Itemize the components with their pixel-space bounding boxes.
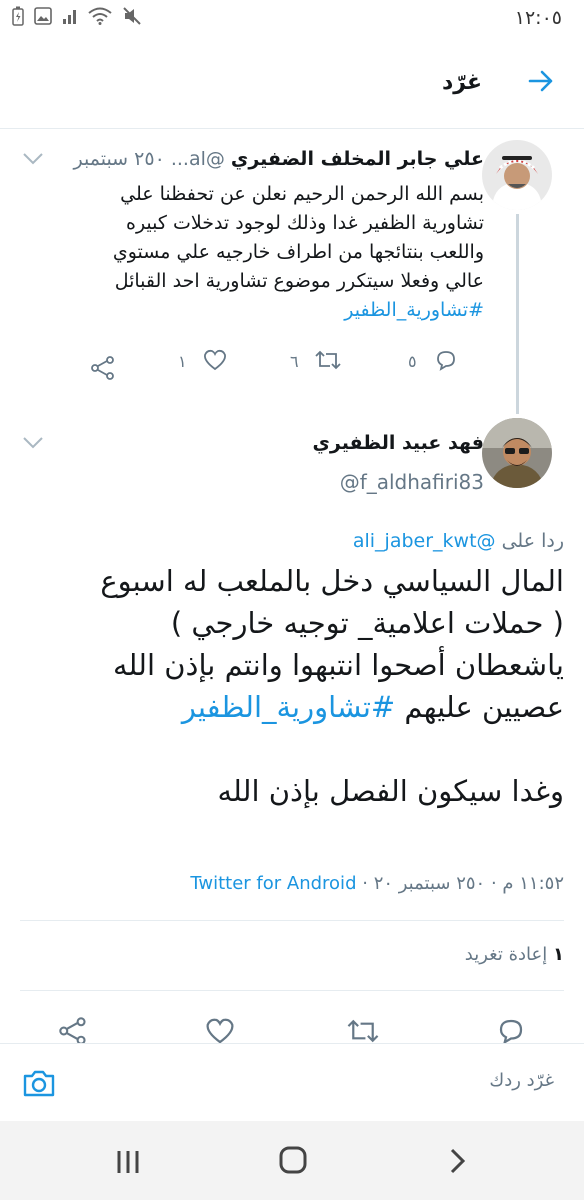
reply-input[interactable]: غرّد ردك xyxy=(489,1070,554,1091)
status-time: ١٢:٠٥ xyxy=(514,7,562,29)
tweet-line: ( حملات اعلامية_ توجيه خارجي ) xyxy=(170,606,564,640)
tweet-date: ٢٥٠ سبتمبر xyxy=(73,148,165,170)
author-handle[interactable]: @al... xyxy=(171,148,225,170)
divider xyxy=(20,920,564,921)
status-bar: ١٢:٠٥ xyxy=(0,0,584,38)
reply-count: ٥ xyxy=(408,352,417,371)
retweet-icon[interactable] xyxy=(346,1016,380,1046)
author-name[interactable]: فهد عبيد الظفيري xyxy=(313,432,484,454)
retweet-count: ٦ xyxy=(290,352,299,371)
back-arrow-icon[interactable] xyxy=(528,68,554,94)
status-icons xyxy=(12,6,142,26)
reply-composer[interactable]: غرّد ردك xyxy=(0,1043,584,1122)
share-icon[interactable] xyxy=(58,1016,88,1046)
tweet-line: عصيين عليهم xyxy=(404,690,564,724)
reply-to-handle[interactable]: @ali_jaber_kwt xyxy=(353,530,496,552)
tweet-line: وغدا سيكون الفصل بإذن الله xyxy=(217,774,565,808)
image-notification-icon xyxy=(34,7,52,25)
recent-apps-icon[interactable] xyxy=(114,1149,142,1175)
tweet-line: عالي وفعلا سيتكرر موضوع تشاورية احد القب… xyxy=(114,270,484,292)
camera-icon[interactable] xyxy=(22,1068,56,1098)
avatar-parent[interactable] xyxy=(482,140,552,210)
reply-icon xyxy=(437,351,455,371)
main-tweet-text: المال السياسي دخل بالملعب له اسبوع ( حمل… xyxy=(16,560,564,812)
thread-connector-line xyxy=(516,214,519,414)
page-title: غرّد xyxy=(441,70,482,95)
author-name[interactable]: علي جابر المخلف الضفيري xyxy=(231,148,484,170)
reply-to-prefix: ردا على xyxy=(501,530,564,552)
parent-tweet-header: علي جابر المخلف الضفيري @al... ٢٥٠ سبتمب… xyxy=(44,148,484,170)
chevron-down-icon[interactable] xyxy=(22,152,44,166)
heart-icon xyxy=(204,349,226,371)
hashtag-link[interactable]: #تشاورية_الظفير xyxy=(182,690,395,724)
reply-to-line: ردا على @ali_jaber_kwt xyxy=(353,530,564,552)
mute-icon xyxy=(123,7,141,25)
divider xyxy=(20,990,564,991)
heart-icon[interactable] xyxy=(204,1016,236,1046)
tweet-source[interactable]: Twitter for Android xyxy=(190,873,356,894)
retweet-stat-label: إعادة تغريد xyxy=(464,944,548,965)
tweet-line: بسم الله الرحمن الرحيم نعلن عن تحفظنا عل… xyxy=(120,183,484,205)
wifi-icon xyxy=(88,7,112,25)
chevron-down-icon[interactable] xyxy=(22,436,44,450)
top-app-bar: غرّد xyxy=(0,38,584,129)
retweet-stat-count: ١ xyxy=(553,944,564,965)
hashtag-link[interactable]: #تشاورية_الظفير xyxy=(24,296,484,325)
retweet-stats[interactable]: ١ إعادة تغريد xyxy=(465,944,564,965)
home-icon[interactable] xyxy=(278,1145,308,1175)
system-nav-bar xyxy=(0,1121,584,1200)
tweet-line: تشاورية الظفير غدا وذلك لوجود تدخلات كبي… xyxy=(125,212,484,234)
signal-icon xyxy=(63,10,76,24)
author-handle[interactable]: @f_aldhafiri83 xyxy=(340,470,484,494)
battery-charging-icon xyxy=(12,6,24,26)
tweet-line: واللعب بنتائجها من اطراف خارجيه علي مستو… xyxy=(112,241,484,263)
tweet-line: ياشعطان أصحوا انتبهوا وانتم بإذن الله xyxy=(112,648,564,682)
reply-icon[interactable] xyxy=(496,1016,526,1046)
tweet-timestamp: ١١:٥٢ م · ٢٥٠ سبتمبر ٢٠ xyxy=(373,873,564,894)
tweet-meta: ١١:٥٢ م · ٢٥٠ سبتمبر ٢٠ · Twitter for An… xyxy=(190,873,564,894)
parent-tweet-text: بسم الله الرحمن الرحيم نعلن عن تحفظنا عل… xyxy=(24,180,484,325)
avatar-main[interactable] xyxy=(482,418,552,488)
like-count: ١ xyxy=(178,352,187,371)
tweet-line: المال السياسي دخل بالملعب له اسبوع xyxy=(100,564,564,598)
retweet-icon xyxy=(315,350,341,370)
share-icon[interactable] xyxy=(90,355,116,381)
back-icon[interactable] xyxy=(448,1147,468,1175)
